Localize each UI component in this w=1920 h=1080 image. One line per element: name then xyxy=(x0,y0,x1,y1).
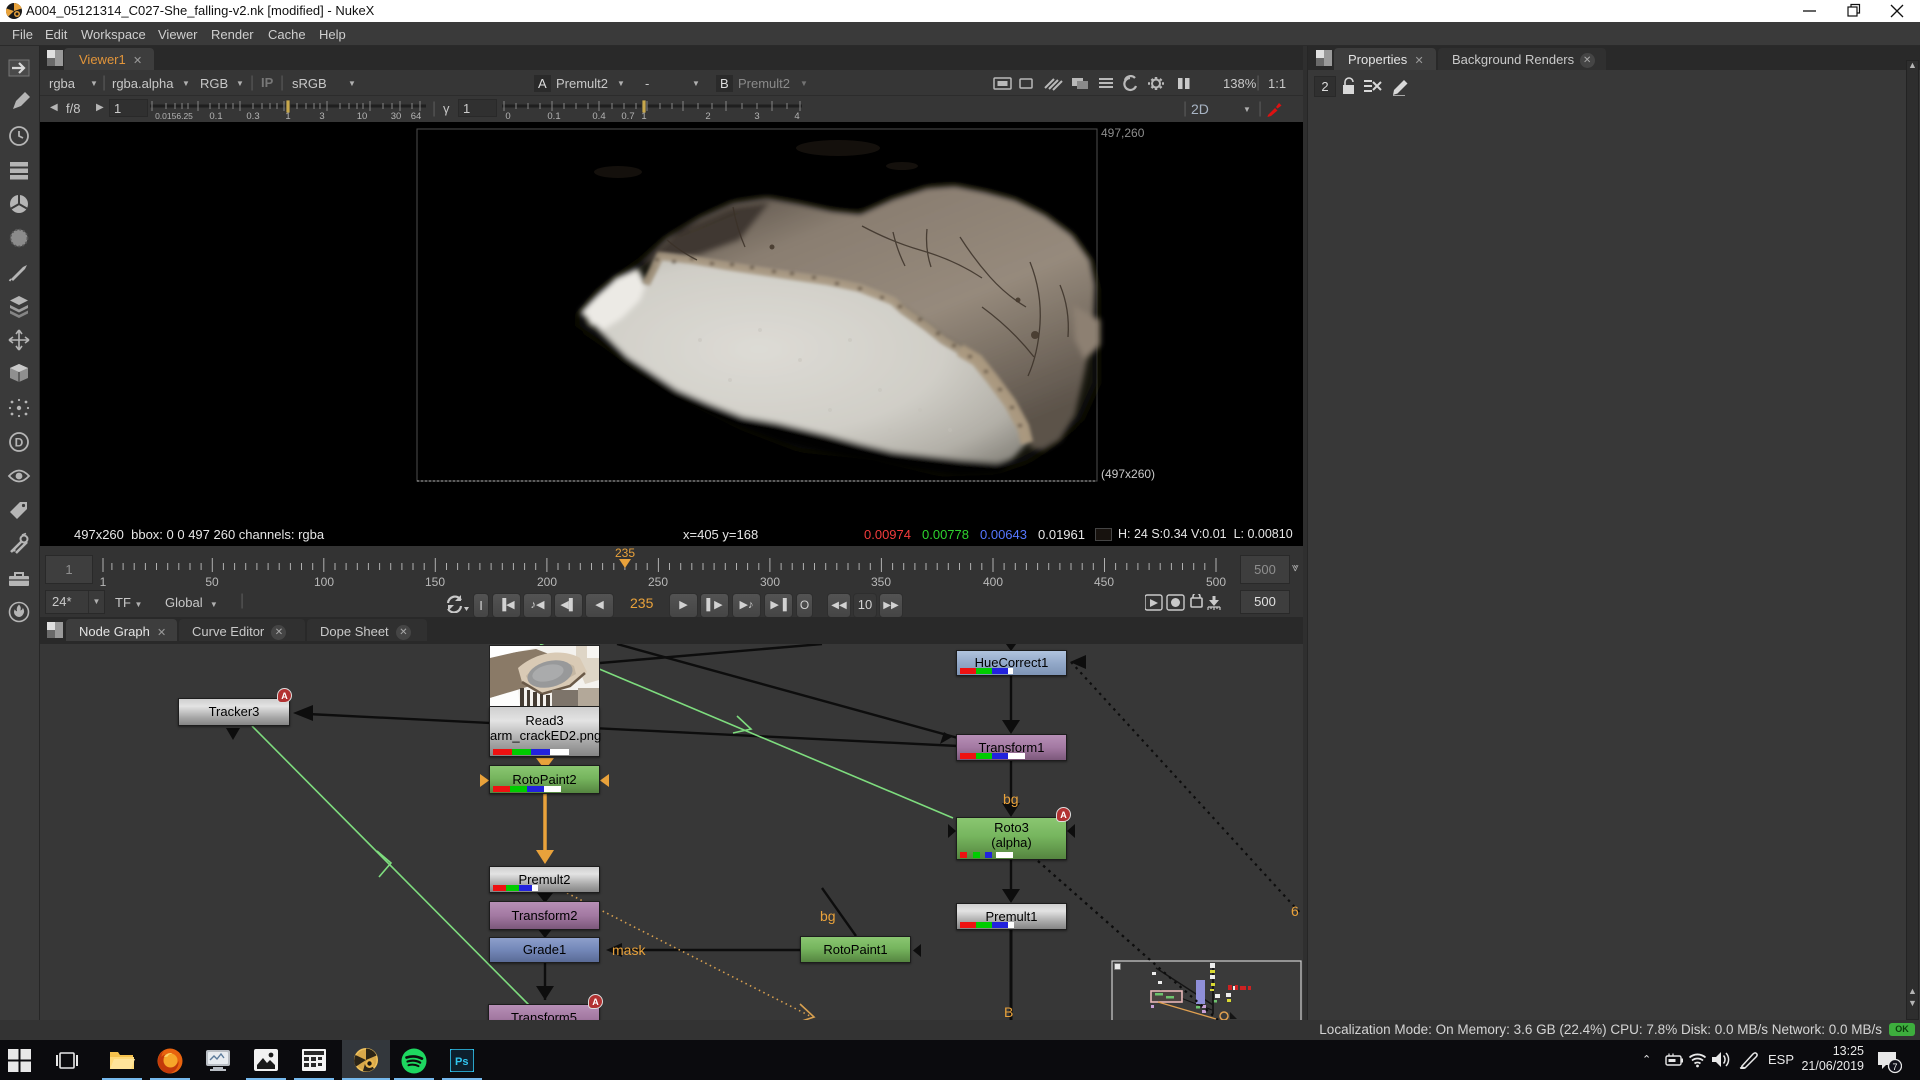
svg-text:200: 200 xyxy=(537,575,557,589)
svg-text:30: 30 xyxy=(391,111,402,120)
svg-text:450: 450 xyxy=(1094,575,1114,589)
svg-text:0.4: 0.4 xyxy=(592,111,605,120)
svg-text:400: 400 xyxy=(983,575,1003,589)
svg-text:350: 350 xyxy=(871,575,891,589)
svg-text:64: 64 xyxy=(411,111,422,120)
svg-text:0.3: 0.3 xyxy=(246,111,259,120)
svg-text:0: 0 xyxy=(505,111,510,120)
svg-text:497,260: 497,260 xyxy=(1101,126,1145,140)
svg-text:1: 1 xyxy=(285,111,290,120)
svg-text:(497x260): (497x260) xyxy=(1101,467,1155,481)
svg-text:7: 7 xyxy=(1892,1062,1897,1072)
svg-text:500: 500 xyxy=(1206,575,1226,589)
svg-text:150: 150 xyxy=(425,575,445,589)
svg-text:235: 235 xyxy=(615,546,635,560)
svg-text:10: 10 xyxy=(357,111,368,120)
svg-text:0.1: 0.1 xyxy=(547,111,560,120)
svg-text:4: 4 xyxy=(794,111,799,120)
svg-text:250: 250 xyxy=(648,575,668,589)
svg-text:3: 3 xyxy=(319,111,324,120)
svg-text:100: 100 xyxy=(314,575,334,589)
svg-text:1: 1 xyxy=(100,575,107,589)
svg-text:0.0156.25: 0.0156.25 xyxy=(155,111,193,120)
svg-text:0.1: 0.1 xyxy=(209,111,222,120)
svg-text:0.7: 0.7 xyxy=(621,111,634,120)
svg-text:300: 300 xyxy=(760,575,780,589)
svg-text:3: 3 xyxy=(754,111,759,120)
svg-text:1: 1 xyxy=(641,111,646,120)
svg-text:Ps: Ps xyxy=(455,1056,468,1068)
svg-text:2: 2 xyxy=(705,111,710,120)
svg-text:D: D xyxy=(15,436,24,450)
svg-text:50: 50 xyxy=(205,575,219,589)
